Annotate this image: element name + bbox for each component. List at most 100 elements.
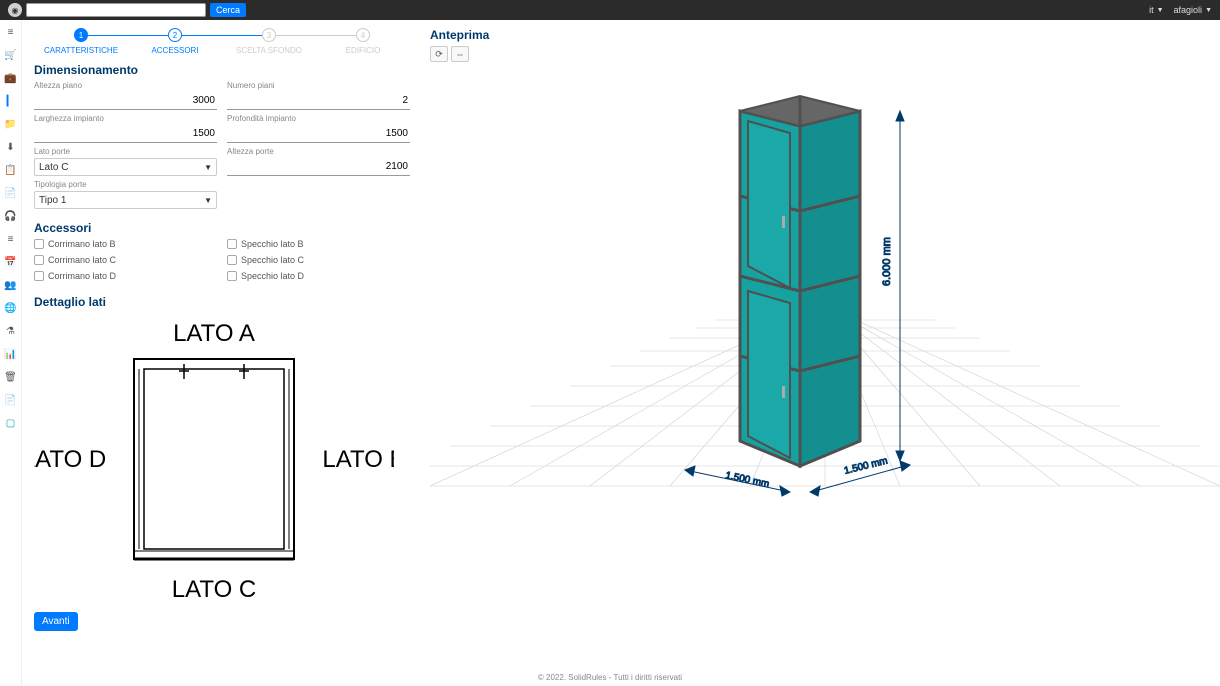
profondita-input[interactable] (227, 125, 410, 143)
user-label: afagioli (1174, 5, 1203, 15)
caret-down-icon: ▼ (1157, 7, 1164, 14)
checkbox-specchio-c[interactable] (227, 255, 237, 265)
folder-icon[interactable]: 📁 (5, 118, 17, 130)
check-label: Specchio lato D (241, 271, 304, 281)
dim-w1: 1.500 mm (724, 470, 770, 490)
profondita-group: Profondità impianto (227, 114, 410, 143)
form-row: Tipologia porte Tipo 1 ▼ (34, 180, 410, 209)
checkbox-specchio-b[interactable] (227, 239, 237, 249)
file-icon[interactable]: 📄 (5, 394, 17, 406)
step-4[interactable]: 4 EDIFICIO (316, 28, 410, 55)
altezza-piano-input[interactable] (34, 92, 217, 110)
form-label: Altezza porte (227, 147, 410, 156)
main: 1 CARATTERISTICHE 2 ACCESSORI 3 SCELTA S… (22, 20, 1220, 686)
step-label: CARATTERISTICHE (34, 46, 128, 55)
users-icon[interactable]: 👥 (5, 279, 17, 291)
check-label: Corrimano lato D (48, 271, 116, 281)
caret-down-icon: ▼ (204, 163, 212, 172)
clipboard-icon[interactable]: 📋 (5, 164, 17, 176)
box-icon[interactable]: ▢ (5, 417, 17, 429)
dettaglio-title: Dettaglio lati (34, 295, 410, 309)
lato-d-label: LATO D (34, 446, 106, 473)
right-pane: Anteprima ⟳ ⇔ (422, 20, 1220, 686)
check-item: Specchio lato D (227, 271, 410, 281)
globe-icon[interactable]: 🌐 (5, 302, 17, 314)
form-label: Tipologia porte (34, 180, 217, 189)
select-value: Tipo 1 (39, 195, 66, 206)
sidebar: ≡ 🛒 💼 ▎ 📁 ⬇ 📋 📄 🎧 ≡ 📅 👥 🌐 ⚗ 📊 🗑 📄 ▢ (0, 20, 22, 686)
tipologia-select[interactable]: Tipo 1 ▼ (34, 191, 217, 209)
altezza-piano-group: Altezza piano (34, 81, 217, 110)
trash-icon[interactable]: 🗑 (5, 371, 17, 383)
expand-button[interactable]: ⇔ (451, 46, 469, 62)
checkbox-corrimano-c[interactable] (34, 255, 44, 265)
topbar-left: ◉ Cerca (8, 3, 246, 17)
numero-piani-input[interactable] (227, 92, 410, 110)
menu-icon[interactable]: ≡ (5, 26, 17, 38)
step-label: ACCESSORI (128, 46, 222, 55)
checkbox-corrimano-b[interactable] (34, 239, 44, 249)
language-selector[interactable]: it ▼ (1149, 5, 1163, 15)
select-value: Lato C (39, 162, 68, 173)
step-1[interactable]: 1 CARATTERISTICHE (34, 28, 128, 55)
larghezza-input[interactable] (34, 125, 217, 143)
checkbox-corrimano-d[interactable] (34, 271, 44, 281)
search-button[interactable]: Cerca (210, 3, 246, 17)
lato-a-label: LATO A (173, 320, 255, 347)
briefcase-icon[interactable]: 💼 (5, 72, 17, 84)
lato-porte-select[interactable]: Lato C ▼ (34, 158, 217, 176)
numero-piani-group: Numero piani (227, 81, 410, 110)
topbar-right: it ▼ afagioli ▼ (1149, 5, 1212, 15)
caret-down-icon: ▼ (1205, 7, 1212, 14)
accessori-col-right: Specchio lato B Specchio lato C Specchio… (227, 239, 410, 281)
accessori-col-left: Corrimano lato B Corrimano lato C Corrim… (34, 239, 217, 281)
config-icon[interactable]: ▎ (5, 95, 17, 107)
stepper: 1 CARATTERISTICHE 2 ACCESSORI 3 SCELTA S… (34, 28, 410, 55)
plug-icon[interactable]: ⬇ (5, 141, 17, 153)
dim-height: 6.000 mm (881, 237, 893, 286)
step-line (175, 35, 269, 36)
step-circle: 1 (74, 28, 88, 42)
avanti-button[interactable]: Avanti (34, 612, 78, 631)
step-line (269, 35, 363, 36)
search-input[interactable] (26, 3, 206, 17)
support-icon[interactable]: 🎧 (5, 210, 17, 222)
check-item: Specchio lato C (227, 255, 410, 265)
step-circle: 4 (356, 28, 370, 42)
3d-viewer[interactable]: 6.000 mm 1.500 mm 1.500 mm (430, 66, 1220, 586)
step-label: EDIFICIO (316, 46, 410, 55)
check-label: Specchio lato C (241, 255, 304, 265)
step-3[interactable]: 3 SCELTA SFONDO (222, 28, 316, 55)
refresh-button[interactable]: ⟳ (430, 46, 448, 62)
left-pane: 1 CARATTERISTICHE 2 ACCESSORI 3 SCELTA S… (22, 20, 422, 686)
form-label: Profondità impianto (227, 114, 410, 123)
empty-group (227, 180, 410, 209)
dettaglio-diagram: LATO A LATO B LATO C LATO D (34, 319, 394, 599)
step-circle: 2 (168, 28, 182, 42)
topbar: ◉ Cerca it ▼ afagioli ▼ (0, 0, 1220, 20)
calendar-icon[interactable]: 📅 (5, 256, 17, 268)
checkbox-specchio-d[interactable] (227, 271, 237, 281)
step-2[interactable]: 2 ACCESSORI (128, 28, 222, 55)
dimensionamento-title: Dimensionamento (34, 63, 410, 77)
altezza-porte-group: Altezza porte (227, 147, 410, 176)
report-icon[interactable]: 📄 (5, 187, 17, 199)
list-icon[interactable]: ≡ (5, 233, 17, 245)
filter-icon[interactable]: ⚗ (5, 325, 17, 337)
lato-porte-group: Lato porte Lato C ▼ (34, 147, 217, 176)
altezza-porte-input[interactable] (227, 158, 410, 176)
check-label: Corrimano lato B (48, 239, 116, 249)
check-item: Corrimano lato D (34, 271, 217, 281)
dim-w2: 1.500 mm (843, 455, 889, 476)
anteprima-controls: ⟳ ⇔ (430, 46, 1220, 62)
language-label: it (1149, 5, 1154, 15)
form-label: Lato porte (34, 147, 217, 156)
check-label: Specchio lato B (241, 239, 304, 249)
user-menu[interactable]: afagioli ▼ (1174, 5, 1212, 15)
cart-icon[interactable]: 🛒 (5, 49, 17, 61)
footer: © 2022. SolidRules - Tutti i diritti ris… (0, 673, 1220, 682)
logo-icon: ◉ (8, 3, 22, 17)
form-label: Numero piani (227, 81, 410, 90)
chart-icon[interactable]: 📊 (5, 348, 17, 360)
check-item: Corrimano lato C (34, 255, 217, 265)
